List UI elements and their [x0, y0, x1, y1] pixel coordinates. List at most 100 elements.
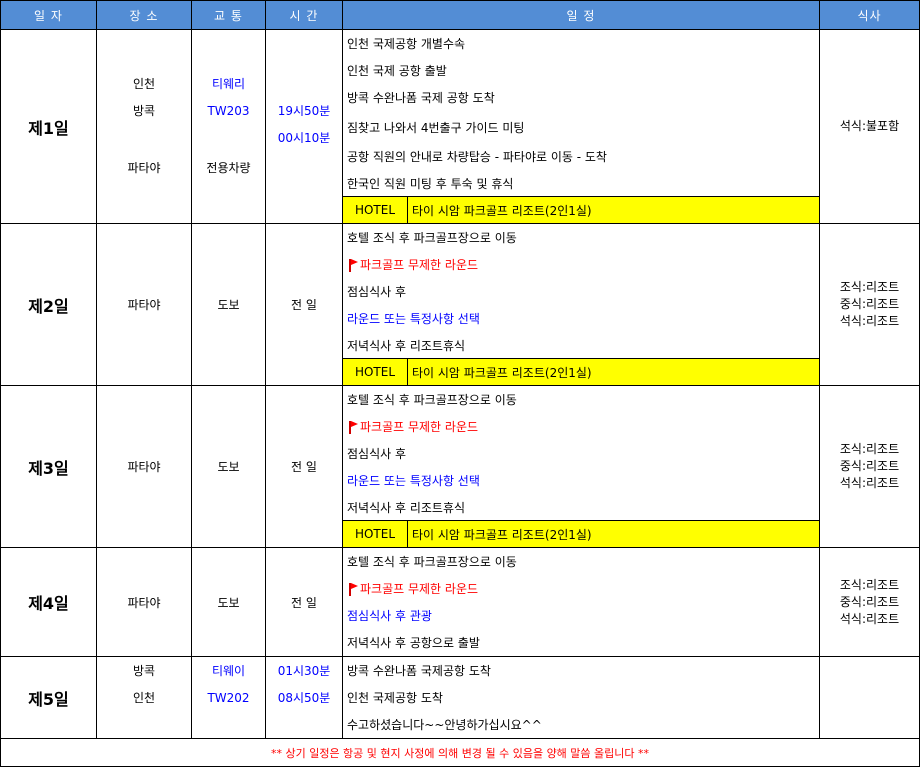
header-schedule: 일 정 [342, 0, 820, 30]
schedule-line: 저녁식사 후 리조트휴식 [347, 338, 466, 353]
meal-cell [819, 656, 920, 739]
time-line [267, 70, 342, 97]
day-label: 제4일 [0, 547, 97, 657]
schedule-text: 파크골프 무제한 라운드 [360, 582, 479, 596]
schedule-line-round: 파크골프 무제한 라운드 [344, 575, 819, 602]
place-cell: 방콕 인천 [96, 656, 192, 739]
schedule-line: 인천 국제 공항 출발 [347, 64, 447, 78]
hotel-name: 타이 시암 파크골프 리조트(2인1실) [412, 527, 592, 542]
hotel-name: 타이 시암 파크골프 리조트(2인1실) [412, 365, 592, 380]
meal-cell: 조식:리조트 중식:리조트 석식:리조트 [819, 385, 920, 548]
golf-flag-icon [347, 258, 358, 272]
schedule-line: 방콕 수완나폼 국제 공항 도착 [347, 91, 495, 105]
schedule-line: 호텔 조식 후 파크골프장으로 이동 [347, 393, 517, 407]
schedule-line: 방콕 수완나폼 국제공항 도착 [347, 664, 491, 678]
schedule-line: 한국인 직원 미팅 후 투숙 및 휴식 [347, 176, 514, 191]
place-line [98, 711, 191, 738]
header-time: 시 간 [265, 0, 343, 30]
schedule-line: 짐찾고 나와서 4번출구 가이드 미팅 [347, 120, 525, 135]
place-cell: 파타야 [96, 223, 192, 386]
place-line: 파타야 [127, 160, 161, 175]
schedule-line: 저녁식사 후 리조트휴식 [347, 500, 466, 515]
hotel-name: 타이 시암 파크골프 리조트(2인1실) [412, 203, 592, 218]
hotel-bar: HOTEL 타이 시암 파크골프 리조트(2인1실) [343, 358, 819, 385]
day-row-5: 제5일 방콕 인천 티웨이 TW202 01시30분 08시50분 방콕 수완나… [0, 656, 920, 739]
schedule-line: 저녁식사 후 공항으로 출발 [347, 636, 480, 650]
schedule-cell: 호텔 조식 후 파크골프장으로 이동 파크골프 무제한 라운드 점심식사 후 관… [342, 547, 820, 657]
schedule-line: 점심식사 후 [347, 447, 407, 461]
schedule-line-round: 파크골프 무제한 라운드 [344, 413, 819, 440]
day-label: 제5일 [0, 656, 97, 739]
place-line: 방콕 [132, 664, 156, 678]
schedule-line: 점심식사 후 [347, 285, 407, 299]
schedule-line: 공항 직원의 안내로 차량탑승 - 파타야로 이동 - 도착 [347, 150, 607, 164]
time-line [267, 151, 342, 183]
meal-line: 석식:리조트 [839, 611, 900, 626]
meal-line: 중식:리조트 [839, 594, 900, 609]
time-cell: 01시30분 08시50분 [265, 656, 343, 739]
schedule-cell: 인천 국제공항 개별수속 인천 국제 공항 출발 방콕 수완나폼 국제 공항 도… [342, 29, 820, 224]
day-row-3: 제3일 파타야 도보 전 일 호텔 조식 후 파크골프장으로 이동 파크골프 무… [0, 385, 920, 548]
time-cell: 전 일 [265, 385, 343, 548]
schedule-line: 점심식사 후 관광 [347, 609, 432, 623]
meal-line: 석식:리조트 [839, 314, 900, 328]
schedule-text: 파크골프 무제한 라운드 [360, 420, 479, 434]
transport-line: TW203 [207, 103, 250, 118]
golf-flag-icon [347, 420, 358, 434]
meal-line: 조식:리조트 [839, 280, 900, 294]
transport-line [193, 711, 265, 738]
place-line: 방콕 [132, 104, 156, 118]
time-line: 01시30분 [277, 664, 331, 678]
meal-line: 석식:불포함 [839, 119, 900, 133]
schedule-text: 파크골프 무제한 라운드 [360, 258, 479, 272]
time-cell: 전 일 [265, 223, 343, 386]
hotel-label: HOTEL [344, 521, 408, 547]
hotel-bar: HOTEL 타이 시암 파크골프 리조트(2인1실) [343, 196, 819, 223]
itinerary-sheet: 일 자 장 소 교 통 시 간 일 정 식사 제1일 인천 방콕 파타야 티웨리… [0, 0, 920, 767]
time-line: 00시10분 [277, 131, 331, 145]
schedule-cell: 방콕 수완나폼 국제공항 도착 인천 국제공항 도착 수고하셨습니다~~안녕하가… [342, 656, 820, 739]
golf-flag-icon [347, 582, 358, 596]
time-line: 19시50분 [277, 104, 331, 118]
time-cell: 19시50분 00시10분 [265, 29, 343, 224]
transport-cell: 티웨리 TW203 전용차량 [191, 29, 266, 224]
transport-cell: 티웨이 TW202 [191, 656, 266, 739]
header-meal: 식사 [819, 0, 920, 30]
day-row-2: 제2일 파타야 도보 전 일 호텔 조식 후 파크골프장으로 이동 파크골프 무… [0, 223, 920, 386]
footer-note: ** 상기 일정은 항공 및 현지 사정에 의해 변경 될 수 있음을 양해 말… [0, 738, 920, 767]
time-line [267, 711, 342, 738]
day-label: 제2일 [0, 223, 97, 386]
schedule-line: 라운드 또는 특정사항 선택 [347, 474, 480, 488]
schedule-line: 인천 국제공항 도착 [347, 691, 443, 705]
header-day: 일 자 [0, 0, 97, 30]
meal-cell: 조식:리조트 중식:리조트 석식:리조트 [819, 223, 920, 386]
time-cell: 전 일 [265, 547, 343, 657]
transport-line [193, 124, 265, 151]
schedule-cell: 호텔 조식 후 파크골프장으로 이동 파크골프 무제한 라운드 점심식사 후 라… [342, 223, 820, 386]
place-cell: 인천 방콕 파타야 [96, 29, 192, 224]
place-cell: 파타야 [96, 547, 192, 657]
transport-cell: 도보 [191, 385, 266, 548]
transport-line: 티웨이 [211, 664, 246, 678]
itinerary-table: 일 자 장 소 교 통 시 간 일 정 식사 제1일 인천 방콕 파타야 티웨리… [0, 0, 920, 767]
schedule-line: 호텔 조식 후 파크골프장으로 이동 [347, 231, 517, 245]
transport-line: 전용차량 [206, 160, 251, 175]
footer-row: ** 상기 일정은 항공 및 현지 사정에 의해 변경 될 수 있음을 양해 말… [0, 738, 920, 767]
transport-line: 티웨리 [211, 77, 246, 91]
day-label: 제1일 [0, 29, 97, 224]
header-row: 일 자 장 소 교 통 시 간 일 정 식사 [0, 0, 920, 30]
place-line [98, 124, 191, 151]
place-line: 인천 [132, 691, 156, 705]
day-row-1: 제1일 인천 방콕 파타야 티웨리 TW203 전용차량 19시50분 00시1… [0, 29, 920, 224]
meal-line: 조식:리조트 [839, 577, 900, 592]
schedule-cell: 호텔 조식 후 파크골프장으로 이동 파크골프 무제한 라운드 점심식사 후 라… [342, 385, 820, 548]
header-transport: 교 통 [191, 0, 266, 30]
schedule-line: 라운드 또는 특정사항 선택 [347, 312, 480, 326]
transport-cell: 도보 [191, 547, 266, 657]
schedule-line-round: 파크골프 무제한 라운드 [344, 251, 819, 278]
hotel-label: HOTEL [344, 197, 408, 223]
hotel-bar: HOTEL 타이 시암 파크골프 리조트(2인1실) [343, 520, 819, 547]
meal-line: 석식:리조트 [839, 476, 900, 490]
hotel-label: HOTEL [344, 359, 408, 385]
meal-line: 중식:리조트 [839, 459, 900, 473]
